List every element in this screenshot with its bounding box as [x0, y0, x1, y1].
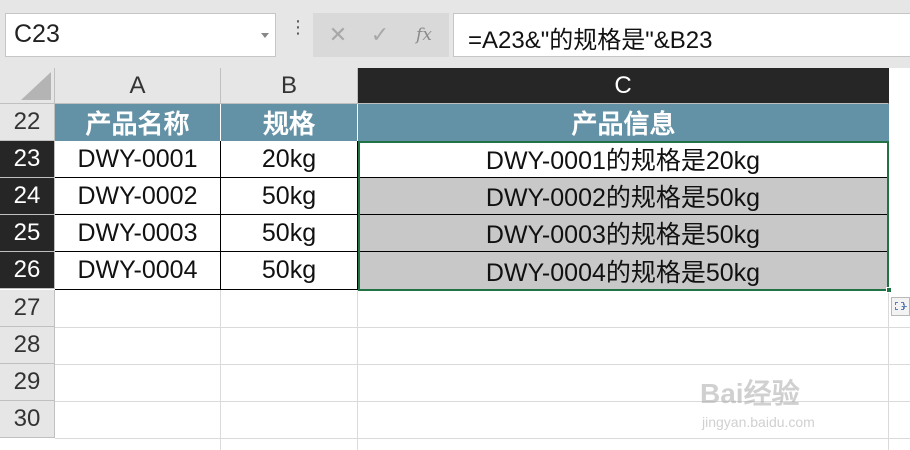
watermark-url: jingyan.baidu.com: [702, 414, 815, 430]
cancel-icon[interactable]: ✕: [319, 13, 357, 57]
gridline: [55, 327, 910, 328]
row-header-27[interactable]: 27: [0, 290, 55, 327]
gridline: [220, 290, 221, 450]
row-header-26[interactable]: 26: [0, 252, 55, 289]
row-header-22[interactable]: 22: [0, 104, 55, 141]
enter-icon[interactable]: ✓: [361, 13, 399, 57]
cell-b23[interactable]: 20kg: [221, 141, 358, 178]
name-box[interactable]: C23: [5, 13, 276, 57]
column-header-b[interactable]: B: [221, 68, 358, 104]
cell-a25[interactable]: DWY-0003: [55, 215, 221, 252]
cell-b26[interactable]: 50kg: [221, 252, 358, 290]
cell-a22[interactable]: 产品名称: [55, 104, 221, 141]
gridline: [55, 364, 910, 365]
row-header-24[interactable]: 24: [0, 178, 55, 215]
select-all-icon: [21, 72, 51, 100]
cell-c26[interactable]: DWY-0004的规格是50kg: [358, 252, 889, 290]
watermark: Bai经验 jingyan.baidu.com: [700, 372, 815, 430]
cell-b24[interactable]: 50kg: [221, 178, 358, 215]
cell-a26[interactable]: DWY-0004: [55, 252, 221, 290]
name-box-value: C23: [14, 20, 60, 48]
cell-b25[interactable]: 50kg: [221, 215, 358, 252]
gridline: [888, 290, 889, 450]
formula-input[interactable]: =A23&"的规格是"&B23: [453, 13, 910, 57]
row-header-23[interactable]: 23: [0, 141, 55, 178]
cell-c25[interactable]: DWY-0003的规格是50kg: [358, 215, 889, 252]
chevron-down-icon[interactable]: [261, 33, 269, 38]
cell-c23[interactable]: DWY-0001的规格是20kg: [358, 141, 889, 178]
formula-text: =A23&"的规格是"&B23: [468, 27, 713, 54]
watermark-logo: Bai经验: [700, 378, 800, 409]
formula-bar: C23 ⋮ ✕ ✓ fx =A23&"的规格是"&B23: [0, 0, 910, 68]
formula-buttons: ✕ ✓ fx: [313, 13, 449, 57]
row-header-25[interactable]: 25: [0, 215, 55, 252]
gridline: [357, 290, 358, 450]
insert-function-icon[interactable]: fx: [405, 13, 443, 57]
quick-analysis-icon[interactable]: +: [891, 297, 910, 316]
column-header-c[interactable]: C: [358, 68, 889, 104]
cell-c24[interactable]: DWY-0002的规格是50kg: [358, 178, 889, 215]
cell-b22[interactable]: 规格: [221, 104, 358, 141]
gridline: [55, 438, 910, 439]
row-header-30[interactable]: 30: [0, 401, 55, 438]
cell-a24[interactable]: DWY-0002: [55, 178, 221, 215]
cell-a23[interactable]: DWY-0001: [55, 141, 221, 178]
row-header-28[interactable]: 28: [0, 327, 55, 364]
cell-c22[interactable]: 产品信息: [358, 104, 889, 141]
select-all-button[interactable]: [0, 68, 55, 104]
plus-icon: +: [901, 301, 908, 313]
fill-handle[interactable]: [886, 287, 892, 293]
row-header-29[interactable]: 29: [0, 364, 55, 401]
more-vertical-icon[interactable]: ⋮: [289, 18, 307, 36]
column-header-a[interactable]: A: [55, 68, 221, 104]
